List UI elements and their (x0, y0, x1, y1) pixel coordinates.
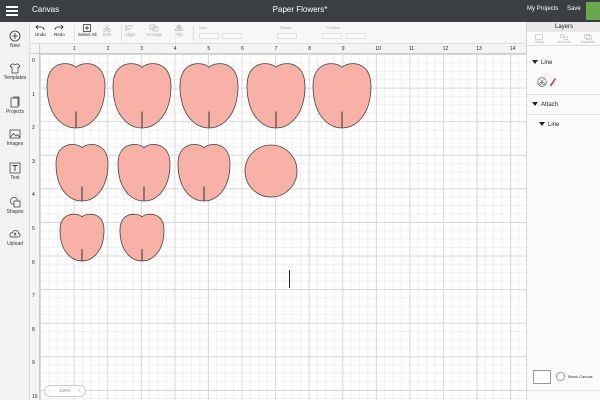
collapse-icon (532, 102, 538, 107)
canvas-shapes (46, 63, 372, 262)
layer-item[interactable] (527, 75, 600, 91)
text-cursor (289, 270, 290, 288)
layers-bottom-toolbar (527, 390, 600, 400)
layer-group-attach[interactable]: Attach (527, 102, 600, 108)
duplicate-label: Duplicate (580, 40, 596, 44)
layer-label: Attach (541, 102, 559, 108)
layer-label: Line (548, 122, 560, 128)
duplicate-button[interactable]: Duplicate (579, 34, 597, 44)
zoom-out-button[interactable]: − (49, 386, 52, 396)
layers-toolbar: Group UnGroup Duplicate (527, 32, 600, 46)
layer-divider (527, 94, 600, 95)
blank-canvas-swatch[interactable] (533, 370, 551, 384)
make-it-button[interactable] (586, 2, 600, 20)
layer-divider (527, 114, 600, 115)
layer-group-line[interactable]: Line (527, 60, 600, 66)
group-button[interactable]: Group (530, 34, 548, 44)
layer-label: Line (541, 60, 553, 66)
zoom-control[interactable]: − 100% + (44, 385, 86, 397)
circle-shape[interactable] (244, 144, 298, 198)
zoom-in-button[interactable]: + (78, 386, 81, 396)
ungroup-label: UnGroup (556, 40, 572, 44)
layers-title: Layers (527, 22, 600, 32)
my-projects-link[interactable]: My Projects (527, 6, 558, 12)
group-label: Group (534, 40, 544, 44)
zoom-value: 100% (59, 388, 71, 393)
blank-canvas-label: Blank Canvas (568, 374, 593, 379)
save-link[interactable]: Save (567, 6, 581, 12)
layers-panel: Layers Group UnGroup Duplicate Line Atta… (526, 22, 600, 400)
layer-group-line-nested[interactable]: Line (527, 122, 600, 128)
blank-canvas-toggle[interactable] (556, 372, 565, 381)
collapse-icon (539, 122, 545, 127)
collapse-icon (532, 60, 538, 65)
pen-icon (549, 78, 557, 87)
ungroup-button[interactable]: UnGroup (555, 34, 573, 44)
scissors-icon (537, 77, 547, 87)
